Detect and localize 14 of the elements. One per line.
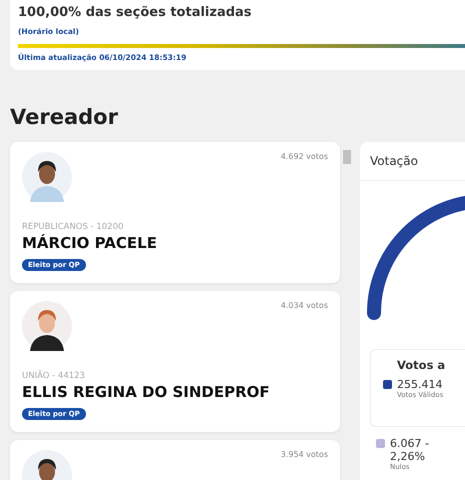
vote-count: 4.692 votos: [280, 152, 328, 161]
vote-count: 4.034 votos: [280, 301, 328, 310]
vote-count: 3.954 votos: [280, 450, 328, 459]
party-number: REPUBLICANOS - 10200: [22, 222, 124, 232]
summary-title: Votos a: [397, 358, 446, 372]
vote-value: 6.067 - 2,26%: [390, 437, 429, 463]
candidate-name: ELLIS REGINA DO SINDEPROF: [22, 383, 271, 401]
totalization-title: 100,00% das seções totalizadas: [18, 4, 253, 22]
vote-value: 255.414: [397, 378, 444, 391]
panel-title: Votação: [370, 154, 418, 168]
candidate-name: MÁRCIO PACELE: [22, 234, 158, 252]
party-number: UNIÃO - 44123: [22, 371, 86, 381]
section-title: Vereador: [10, 104, 119, 130]
candidate-card[interactable]: 3.954 votos: [10, 440, 340, 480]
